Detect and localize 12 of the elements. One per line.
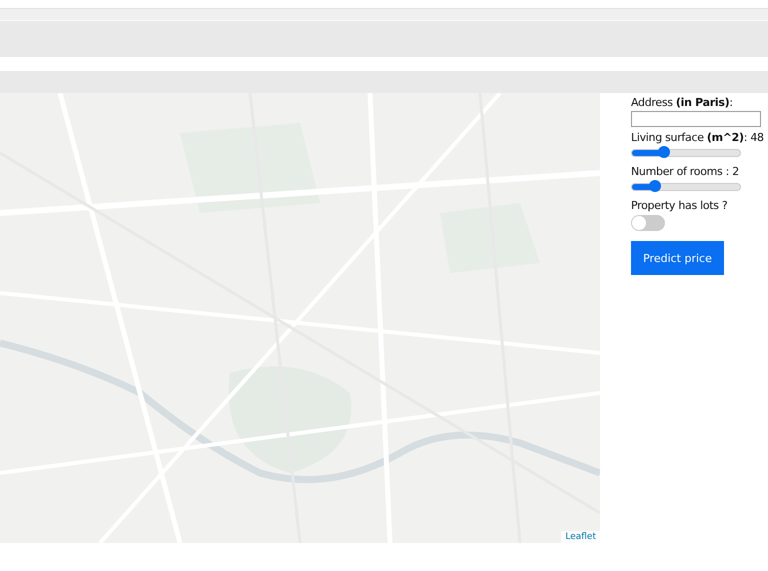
lots-toggle[interactable]: [631, 215, 665, 231]
rooms-slider[interactable]: [631, 183, 741, 191]
predict-button[interactable]: Predict price: [631, 241, 724, 275]
rooms-label: Number of rooms : 2: [631, 164, 740, 179]
address-field[interactable]: [631, 111, 761, 127]
surface-slider[interactable]: [631, 149, 741, 157]
attribution-link[interactable]: Leaflet: [561, 531, 600, 543]
lots-label: Property has lots ?: [631, 198, 728, 213]
slider-thumb[interactable]: [658, 146, 670, 158]
slider-thumb[interactable]: [648, 180, 661, 192]
surface-label: Living surface (m^2): 48: [631, 130, 764, 145]
address-label: Address (in Paris):: [631, 95, 734, 110]
